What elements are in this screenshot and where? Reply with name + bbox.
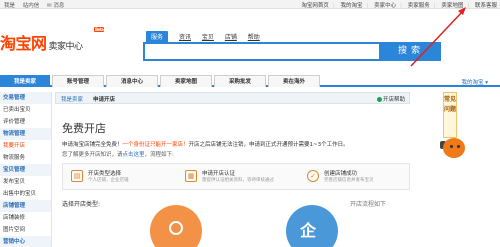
sidebar-item[interactable]: 交易管理: [0, 92, 51, 104]
search-tab-news[interactable]: 资讯: [179, 32, 191, 41]
help-link[interactable]: 开店帮助: [376, 95, 405, 103]
sidebar-item[interactable]: 店铺管理: [0, 200, 51, 212]
nav-tab-seller[interactable]: 我是卖家: [0, 75, 50, 87]
nav-tab-account[interactable]: 账号管理: [52, 75, 104, 87]
search-tab-service[interactable]: 服务: [146, 31, 169, 42]
sidebar-item[interactable]: 图片空间: [0, 224, 51, 236]
faq-side-tab[interactable]: 常见问题: [443, 92, 457, 138]
document-icon: ▤: [71, 170, 83, 182]
step-1: ▤ 开店类型选择 个人店铺，企业店铺: [71, 169, 181, 187]
enterprise-shop-option[interactable]: 企: [286, 205, 338, 247]
top-link-mail[interactable]: 站内信: [23, 3, 40, 9]
search-tab-help[interactable]: 帮助: [248, 32, 260, 41]
enterprise-icon: 企: [300, 221, 317, 240]
top-link-my-taobao[interactable]: 我的淘宝: [340, 3, 362, 9]
search-tab-item[interactable]: 宝贝: [202, 32, 214, 41]
sidebar-item[interactable]: 宝贝管理: [0, 164, 51, 176]
person-icon: [169, 221, 183, 235]
search-button[interactable]: 搜索: [381, 42, 441, 61]
sidebar-item[interactable]: 店铺装修: [0, 212, 51, 224]
page-title: 免费开店: [62, 122, 106, 135]
intro-text-2: 您了解更多开店知识，请点击这里，流程如下:: [62, 152, 174, 158]
top-link-seller-map[interactable]: 卖家地图: [441, 3, 463, 9]
top-link-seller-service[interactable]: 卖家服务: [408, 3, 430, 9]
sidebar-item[interactable]: 我要开店: [0, 140, 51, 152]
sidebar-item[interactable]: 评价管理: [0, 116, 51, 128]
nav-tab-overseas[interactable]: 卖在海外: [268, 75, 320, 87]
sidebar-item[interactable]: 已卖出宝贝: [0, 104, 51, 116]
learn-more-link[interactable]: 点击这里: [123, 152, 145, 158]
sidebar: 交易管理 已卖出宝贝 评价管理 物流管理 我要开店 物流服务 宝贝管理 发布宝贝…: [0, 92, 52, 247]
top-bar: 我是 站内信 ✉ 消息 淘宝网首页 | 我的淘宝 | 卖家中心 | 卖家服务 | 卖家地…: [0, 0, 500, 9]
top-link-msg[interactable]: ✉ 消息: [47, 3, 70, 9]
intro-text: 申请淘宝店铺完全免费！一个身份证只能开一家店！开店之后店铺无法注销，申请到正式开…: [62, 142, 349, 148]
form-icon: ▦: [185, 170, 197, 182]
personal-shop-option[interactable]: [150, 205, 202, 247]
search-input[interactable]: [143, 42, 381, 61]
sidebar-item[interactable]: 营销中心: [0, 236, 51, 247]
top-link-home[interactable]: 淘宝网首页: [301, 3, 329, 9]
steps-panel: ▤ 开店类型选择 个人店铺，企业店铺 ▦ 申请开店认证 需提供认证相关资料，等待…: [62, 163, 410, 190]
sidebar-item[interactable]: 发布宝贝: [0, 176, 51, 188]
top-bar-left: 我是 站内信 ✉ 消息: [4, 1, 76, 9]
nav-tab-messages[interactable]: 消息中心: [106, 75, 158, 87]
choose-type-label: 选择开店类型:: [62, 201, 101, 208]
search-tab-shop[interactable]: 店铺: [225, 32, 237, 41]
nav-tab-seller-map[interactable]: 卖家地图: [160, 75, 212, 87]
check-icon: ✓: [307, 170, 319, 182]
breadcrumb-root[interactable]: 我是卖家: [61, 95, 83, 103]
sidebar-item[interactable]: 物流管理: [0, 128, 51, 140]
step-3: ✓ 创建店铺成功 完善店铺信息并发布宝贝: [307, 169, 417, 187]
my-taobao-link[interactable]: 我的淘宝 ▾: [461, 78, 488, 86]
breadcrumb: 我是卖家 申请开店 开店帮助: [55, 92, 410, 104]
sidebar-item[interactable]: 出售中的宝贝: [0, 188, 51, 200]
logo[interactable]: 淘宝网 卖家中心 Beta: [0, 27, 105, 54]
flow-label: 开店流程如下: [350, 201, 387, 208]
top-bar-right: 淘宝网首页 | 我的淘宝 | 卖家中心 | 卖家服务 | 卖家地图 | 联系客服: [301, 3, 497, 9]
search-tabs: 服务 资讯 宝贝 店铺 帮助: [146, 31, 269, 42]
top-link-seller-center[interactable]: 卖家中心: [374, 3, 396, 9]
mascot-image: [440, 135, 470, 161]
step-2: ▦ 申请开店认证 需提供认证相关资料，等待审核通过: [185, 169, 295, 187]
nav-tab-wholesale[interactable]: 采购批发: [214, 75, 266, 87]
breadcrumb-current: 申请开店: [93, 97, 116, 103]
beta-tag: Beta: [94, 27, 105, 32]
top-link-contact[interactable]: 联系客服: [475, 3, 497, 9]
help-icon: [376, 97, 382, 102]
top-link-user[interactable]: 我是: [4, 3, 15, 9]
sidebar-item[interactable]: 物流服务: [0, 152, 51, 164]
main-nav: 我是卖家 账号管理 消息中心 卖家地图 采购批发 卖在海外 我的淘宝 ▾: [0, 75, 500, 87]
